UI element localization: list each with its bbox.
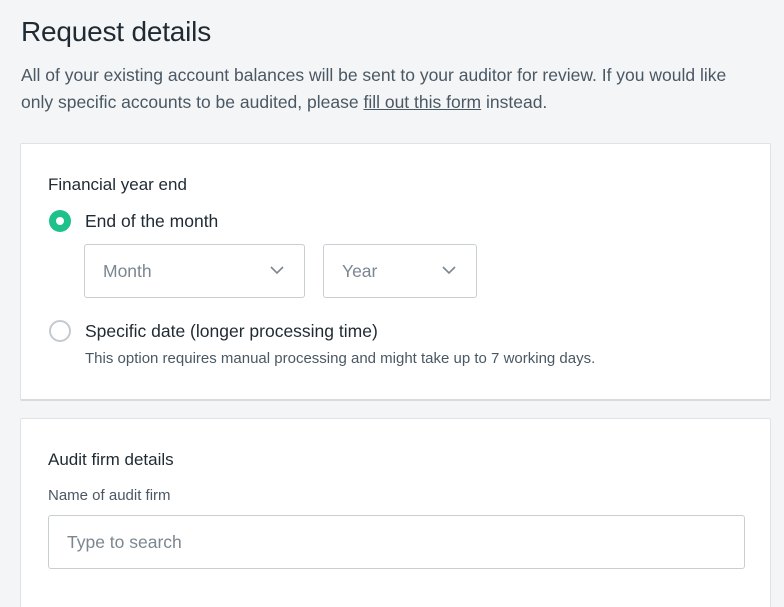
- month-select-value: Month: [103, 260, 152, 281]
- radio-label-specific-date: Specific date (longer processing time): [85, 320, 378, 341]
- intro-text-end: instead.: [481, 92, 548, 112]
- specific-date-help-text: This option requires manual processing a…: [85, 350, 596, 367]
- audit-firm-name-label: Name of audit firm: [48, 487, 171, 504]
- radio-unchecked-icon[interactable]: [49, 320, 71, 342]
- page: Request details All of your existing acc…: [0, 0, 784, 607]
- radio-option-specific-date[interactable]: Specific date (longer processing time): [49, 320, 378, 342]
- radio-checked-icon[interactable]: [49, 210, 71, 232]
- year-select[interactable]: Year: [323, 244, 477, 298]
- radio-option-end-of-month[interactable]: End of the month: [49, 210, 218, 232]
- year-select-value: Year: [342, 260, 378, 281]
- financial-year-end-card: Financial year end End of the month Mont…: [20, 143, 771, 401]
- fill-out-form-link[interactable]: fill out this form: [363, 92, 481, 112]
- audit-firm-heading: Audit firm details: [48, 450, 174, 469]
- page-title: Request details: [21, 16, 212, 47]
- radio-label-end-of-month: End of the month: [85, 210, 219, 231]
- intro-text: All of your existing account balances wi…: [21, 62, 761, 116]
- month-select[interactable]: Month: [84, 244, 305, 298]
- audit-firm-search-input[interactable]: [48, 515, 745, 569]
- chevron-down-icon: [270, 266, 284, 275]
- audit-firm-card: Audit firm details Name of audit firm: [20, 418, 771, 607]
- chevron-down-icon: [442, 266, 456, 275]
- financial-year-end-heading: Financial year end: [48, 175, 187, 194]
